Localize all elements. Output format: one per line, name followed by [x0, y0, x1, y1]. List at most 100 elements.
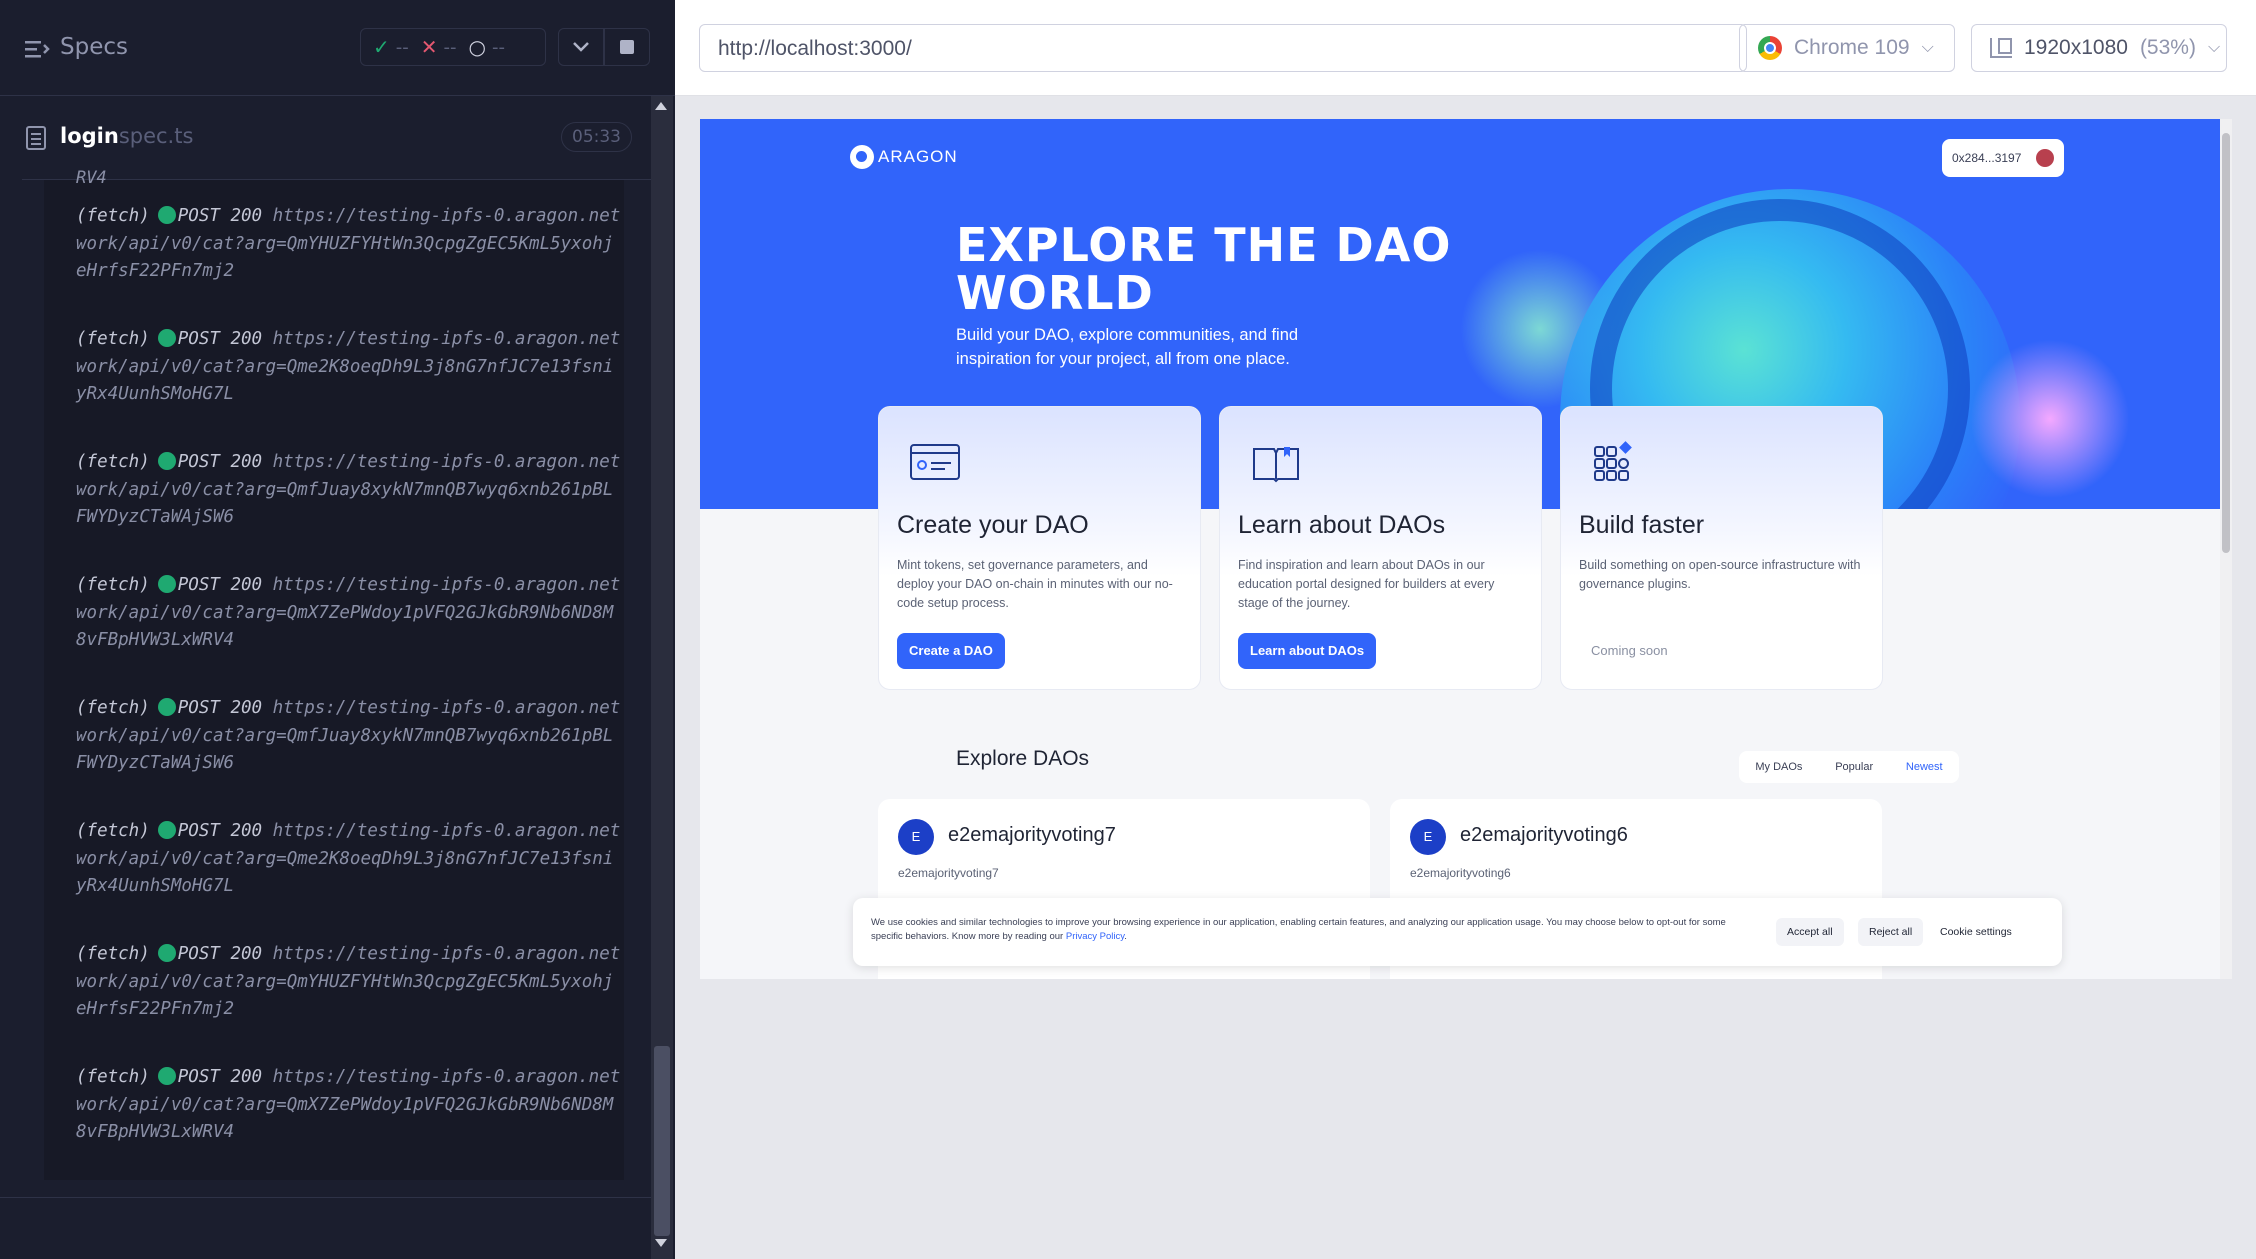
status-dot-icon	[157, 206, 176, 224]
card-create-dao: Create your DAO Mint tokens, set governa…	[878, 406, 1201, 690]
log-entry-cut: RV4	[76, 168, 107, 188]
pending-stat: ○ --	[469, 35, 505, 59]
log-method: POST 200	[177, 452, 263, 472]
spec-name: loginspec.ts	[60, 124, 193, 148]
log-tag: (fetch)	[76, 206, 150, 226]
log-method: POST 200	[177, 575, 263, 595]
aut-header: http://localhost:3000/ Chrome 109 ⌵ 1920…	[675, 0, 2256, 96]
wallet-avatar	[2036, 149, 2054, 167]
tab-my-daos[interactable]: My DAOs	[1755, 761, 1802, 773]
url-bar[interactable]: http://localhost:3000/	[699, 24, 1747, 72]
log-entry[interactable]: (fetch) POST 200 https://testing-ipfs-0.a…	[76, 695, 621, 778]
viewport-info[interactable]: 1920x1080 (53%) ⌵	[1971, 24, 2227, 72]
dao-avatar: E	[898, 819, 934, 855]
spec-row[interactable]: loginspec.ts 05:33	[22, 96, 652, 180]
log-entry[interactable]: (fetch) POST 200 https://testing-ipfs-0.a…	[76, 449, 621, 532]
log-tag: (fetch)	[76, 1067, 150, 1087]
log-method: POST 200	[177, 1067, 263, 1087]
aragon-logo-icon	[850, 145, 874, 169]
stop-icon	[620, 40, 634, 54]
create-dao-button[interactable]: Create a DAO	[897, 633, 1005, 669]
tab-popular[interactable]: Popular	[1835, 761, 1873, 773]
status-dot-icon	[157, 329, 176, 347]
failed-count: --	[443, 36, 457, 58]
specs-title[interactable]: Specs	[60, 34, 128, 60]
log-tag: (fetch)	[76, 821, 150, 841]
log-entry[interactable]: (fetch) POST 200 https://testing-ipfs-0.a…	[76, 572, 621, 655]
viewport-icon	[1990, 38, 2012, 58]
log-method: POST 200	[177, 698, 263, 718]
pending-count: --	[491, 36, 505, 58]
specs-list-toggle-icon[interactable]	[24, 36, 50, 62]
app-under-test-panel: http://localhost:3000/ Chrome 109 ⌵ 1920…	[675, 0, 2256, 1259]
app-scroll-thumb[interactable]	[2222, 133, 2230, 553]
expand-collapse-button[interactable]	[558, 28, 604, 66]
card-learn-daos: Learn about DAOs Find inspiration and le…	[1219, 406, 1542, 690]
passed-stat: ✓ --	[373, 35, 409, 59]
runner-footer-divider	[0, 1197, 651, 1198]
hero-subtitle: Build your DAO, explore communities, and…	[956, 326, 1299, 368]
specs-header: Specs ✓ -- ✕ -- ○ --	[0, 0, 675, 96]
scroll-up-arrow-icon[interactable]	[655, 102, 667, 110]
log-entry[interactable]: (fetch) POST 200 https://testing-ipfs-0.a…	[76, 818, 621, 901]
runner-scrollbar[interactable]	[651, 96, 673, 1259]
cookie-banner: We use cookies and similar technologies …	[853, 898, 2062, 966]
spec-name-text: login	[60, 124, 119, 148]
failed-stat: ✕ --	[421, 35, 457, 59]
log-entry[interactable]: (fetch) POST 200 https://testing-ipfs-0.a…	[76, 1064, 621, 1147]
log-method: POST 200	[177, 821, 263, 841]
coming-soon-label: Coming soon	[1591, 643, 1668, 658]
log-entry[interactable]: (fetch) POST 200 https://testing-ipfs-0.a…	[76, 941, 621, 1024]
card-title: Build faster	[1579, 511, 1705, 539]
log-tag: (fetch)	[76, 698, 150, 718]
reject-all-button[interactable]: Reject all	[1858, 918, 1924, 946]
aragon-logo[interactable]: ARAGON	[850, 145, 958, 169]
card-build-faster: Build faster Build something on open-sou…	[1560, 406, 1883, 690]
cookie-message: We use cookies and similar technologies …	[871, 917, 1726, 942]
document-icon	[26, 126, 46, 150]
browser-selector[interactable]: Chrome 109 ⌵	[1739, 24, 1955, 72]
log-tag: (fetch)	[76, 575, 150, 595]
pending-spinner-icon: ○	[468, 35, 486, 59]
dao-ens: e2emajorityvoting7	[898, 866, 999, 880]
cookie-text: We use cookies and similar technologies …	[871, 916, 1751, 944]
chevron-down-icon: ⌵	[1921, 39, 1934, 56]
spec-extension: spec.ts	[118, 124, 194, 148]
viewport-size: 1920x1080	[2024, 36, 2128, 59]
logo-text: ARAGON	[878, 147, 958, 166]
aragon-app-frame: ARAGON 0x284...3197 EXPLORE THE DAO WORL…	[700, 119, 2220, 979]
cookie-settings-button[interactable]: Cookie settings	[1929, 918, 2023, 946]
status-dot-icon	[157, 1067, 176, 1085]
card-description: Build something on open-source infrastru…	[1579, 558, 1861, 591]
dao-name: e2emajorityvoting7	[948, 824, 1116, 846]
open-book-icon	[1253, 447, 1299, 483]
dao-filter-tabs: My DAOs Popular Newest	[1739, 751, 1959, 783]
scroll-down-arrow-icon[interactable]	[655, 1239, 667, 1247]
status-dot-icon	[157, 944, 176, 962]
accept-all-button[interactable]: Accept all	[1776, 918, 1844, 946]
stop-button[interactable]	[604, 28, 650, 66]
card-title: Learn about DAOs	[1238, 511, 1446, 539]
dao-avatar: E	[1410, 819, 1446, 855]
wallet-button[interactable]: 0x284...3197	[1942, 139, 2064, 177]
privacy-policy-link[interactable]: Privacy Policy	[1066, 931, 1124, 942]
log-tag: (fetch)	[76, 452, 150, 472]
spec-duration: 05:33	[561, 122, 632, 152]
log-method: POST 200	[177, 206, 263, 226]
tab-newest[interactable]: Newest	[1906, 761, 1943, 773]
viewport-scale: (53%)	[2139, 36, 2196, 59]
browser-window-icon	[910, 444, 960, 480]
cookie-text-end: .	[1124, 931, 1127, 942]
test-runner-panel: Specs ✓ -- ✕ -- ○ -- loginspec.ts 05:33	[0, 0, 675, 1259]
scroll-thumb[interactable]	[654, 1046, 670, 1236]
card-title: Create your DAO	[897, 511, 1089, 539]
learn-about-daos-button[interactable]: Learn about DAOs	[1238, 633, 1377, 669]
blocks-grid-icon	[1594, 441, 1632, 481]
card-description: Find inspiration and learn about DAOs in…	[1238, 558, 1495, 610]
chevron-down-icon: ⌵	[2207, 39, 2221, 56]
app-scrollbar[interactable]	[2220, 119, 2232, 979]
chevron-down-icon	[573, 42, 589, 52]
log-entry[interactable]: (fetch) POST 200 https://testing-ipfs-0.a…	[76, 326, 621, 409]
log-entry[interactable]: (fetch) POST 200 https://testing-ipfs-0.a…	[76, 203, 621, 286]
passed-count: --	[395, 36, 409, 58]
